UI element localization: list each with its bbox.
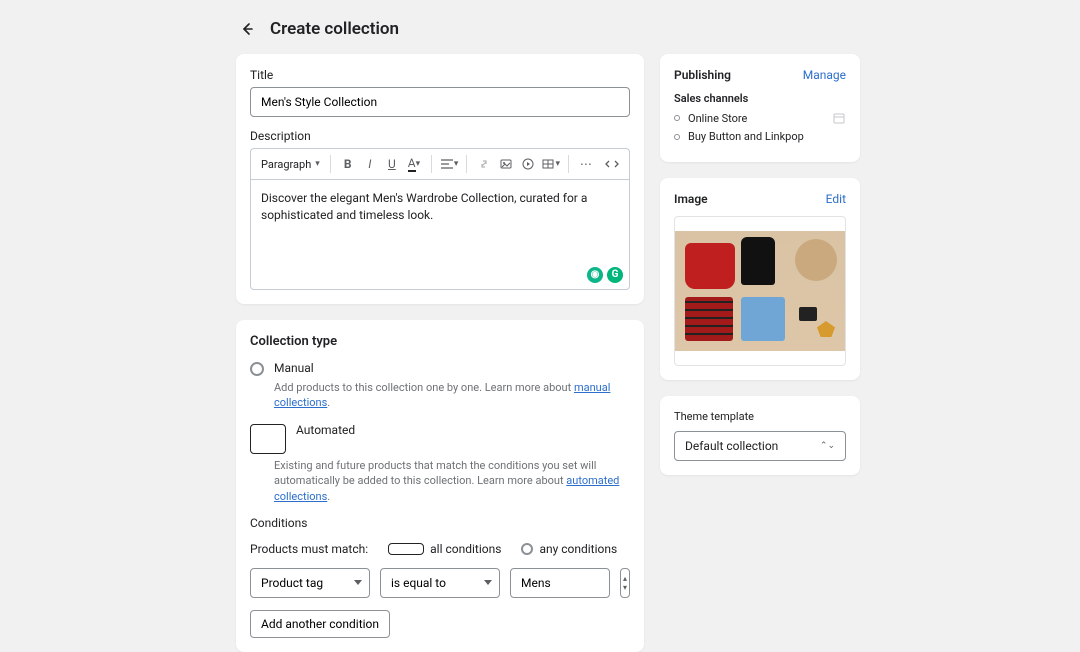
sales-channels-label: Sales channels bbox=[674, 92, 846, 105]
image-preview bbox=[675, 231, 845, 351]
code-view-button[interactable] bbox=[603, 153, 621, 175]
condition-value-input[interactable] bbox=[510, 568, 610, 598]
status-dot-icon bbox=[674, 115, 680, 121]
paragraph-select[interactable]: Paragraph ▾ bbox=[259, 156, 322, 173]
condition-stepper[interactable]: ▴▾ bbox=[620, 568, 630, 598]
back-button[interactable] bbox=[236, 18, 258, 40]
assist-icon[interactable]: ◉ bbox=[587, 267, 603, 283]
all-conditions-radio[interactable] bbox=[388, 543, 424, 555]
manual-label: Manual bbox=[274, 361, 314, 375]
title-input[interactable] bbox=[250, 87, 630, 117]
image-edit-link[interactable]: Edit bbox=[826, 192, 846, 206]
automated-radio[interactable] bbox=[250, 424, 286, 454]
add-condition-button[interactable]: Add another condition bbox=[250, 610, 390, 638]
all-conditions-label: all conditions bbox=[430, 542, 501, 556]
description-editor[interactable]: Discover the elegant Men's Wardrobe Coll… bbox=[250, 180, 630, 290]
match-label: Products must match: bbox=[250, 542, 368, 556]
any-conditions-radio[interactable] bbox=[521, 543, 533, 555]
publishing-heading: Publishing bbox=[674, 68, 731, 82]
video-button[interactable] bbox=[519, 153, 537, 175]
condition-operator-select[interactable]: is equal to bbox=[380, 568, 500, 598]
image-card: Image Edit bbox=[660, 178, 860, 380]
collection-image[interactable] bbox=[674, 216, 846, 366]
channel-buy-button: Buy Button and Linkpop bbox=[674, 130, 846, 143]
link-button[interactable] bbox=[475, 153, 493, 175]
rte-toolbar: Paragraph ▾ B I U A▾ ▾ bbox=[250, 148, 630, 180]
select-chevron-icon: ⌃⌄ bbox=[820, 441, 835, 451]
underline-button[interactable]: U bbox=[383, 153, 401, 175]
channel-online-store: Online Store bbox=[674, 111, 846, 125]
status-dot-icon bbox=[674, 134, 680, 140]
details-card: Title Description Paragraph ▾ B I U A▾ ▾ bbox=[236, 54, 644, 304]
image-heading: Image bbox=[674, 192, 708, 206]
theme-card: Theme template Default collection ⌃⌄ bbox=[660, 396, 860, 475]
page-title: Create collection bbox=[270, 19, 399, 39]
theme-heading: Theme template bbox=[674, 410, 846, 423]
collection-type-heading: Collection type bbox=[250, 334, 630, 349]
description-label: Description bbox=[250, 129, 630, 143]
condition-field-select[interactable]: Product tag bbox=[250, 568, 370, 598]
publishing-card: Publishing Manage Sales channels Online … bbox=[660, 54, 860, 162]
theme-template-select[interactable]: Default collection ⌃⌄ bbox=[674, 431, 846, 461]
calendar-icon[interactable] bbox=[832, 111, 846, 125]
align-button[interactable]: ▾ bbox=[440, 153, 459, 175]
conditions-heading: Conditions bbox=[250, 516, 630, 530]
image-button[interactable] bbox=[497, 153, 515, 175]
text-color-button[interactable]: A▾ bbox=[405, 153, 423, 175]
automated-help: Existing and future products that match … bbox=[274, 458, 630, 504]
manage-link[interactable]: Manage bbox=[803, 68, 846, 82]
collection-type-card: Collection type Manual Add products to t… bbox=[236, 320, 644, 652]
more-button[interactable]: ⋯ bbox=[577, 153, 595, 175]
chevron-down-icon: ▾ bbox=[315, 159, 320, 169]
manual-help: Add products to this collection one by o… bbox=[274, 380, 630, 411]
table-button[interactable]: ▾ bbox=[541, 153, 560, 175]
title-label: Title bbox=[250, 68, 630, 82]
grammarly-icon[interactable]: G bbox=[607, 267, 623, 283]
automated-label: Automated bbox=[296, 423, 355, 437]
italic-button[interactable]: I bbox=[361, 153, 379, 175]
bold-button[interactable]: B bbox=[339, 153, 357, 175]
manual-radio[interactable] bbox=[250, 362, 264, 376]
any-conditions-label: any conditions bbox=[539, 542, 617, 556]
